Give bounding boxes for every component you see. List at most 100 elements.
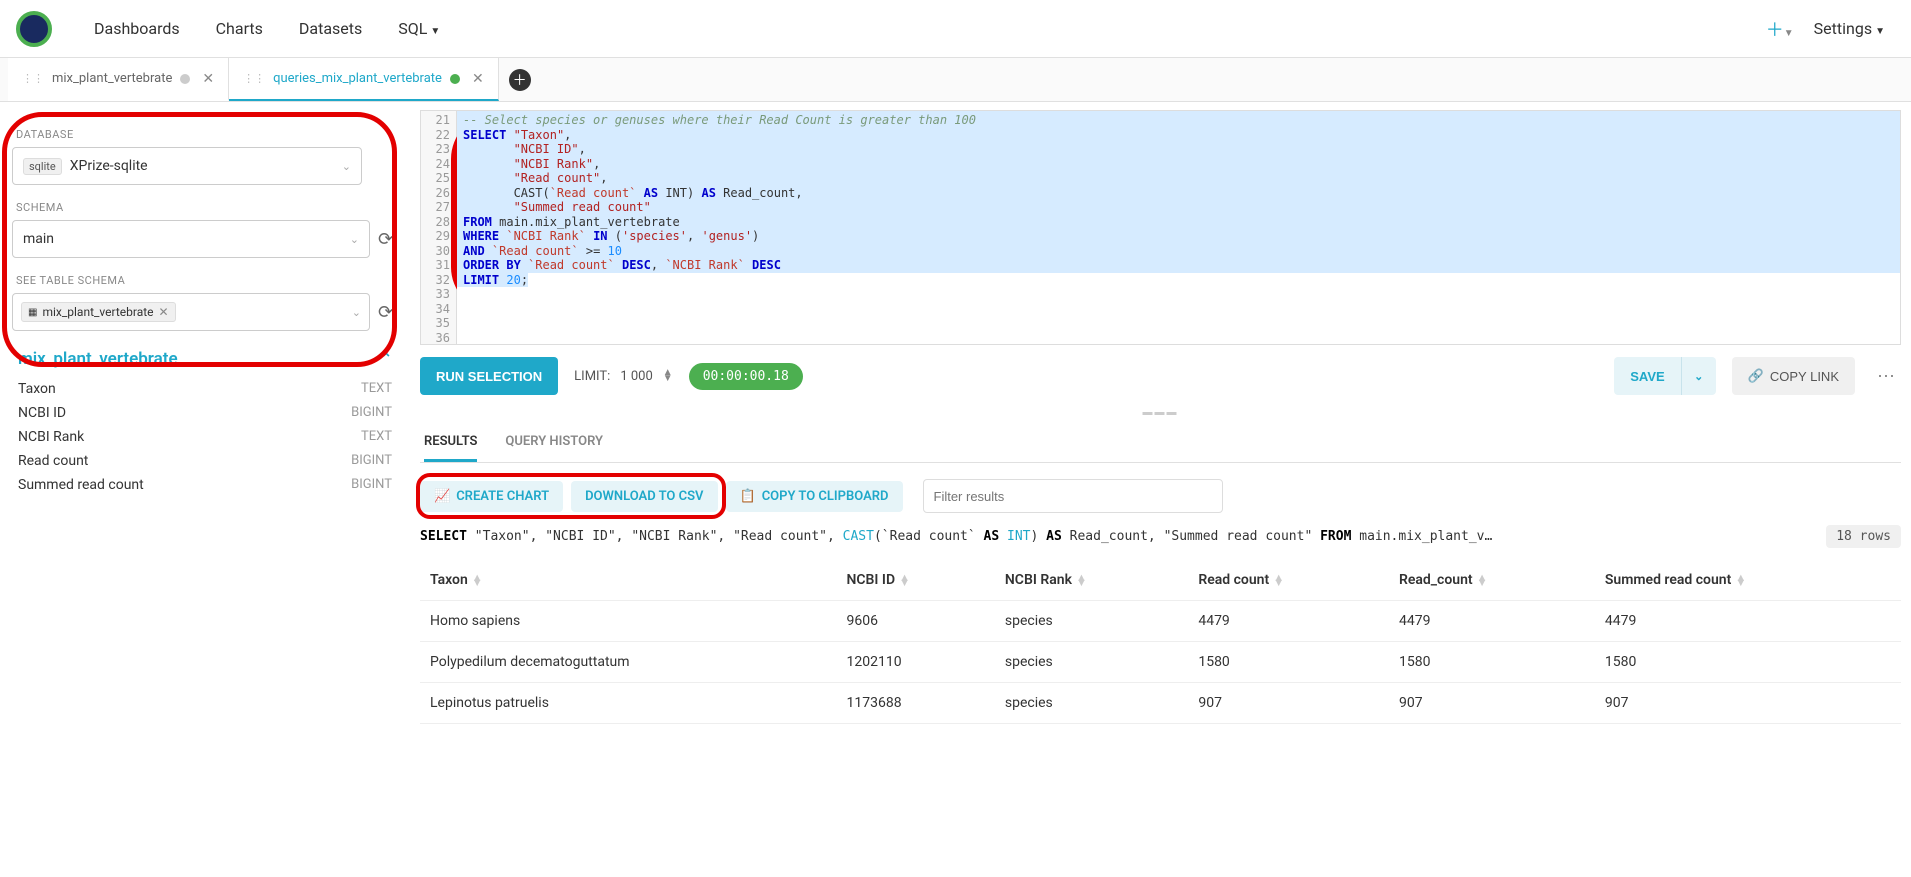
- link-icon: 🔗: [1748, 368, 1764, 384]
- grip-icon: ⋮⋮: [22, 72, 44, 85]
- chevron-down-icon: ⌄: [350, 233, 359, 246]
- column-row[interactable]: NCBI ID BIGINT: [12, 401, 398, 425]
- tab-label: mix_plant_vertebrate: [52, 71, 172, 86]
- sort-icon: ▲▼: [1076, 575, 1087, 585]
- tab-query-history[interactable]: QUERY HISTORY: [505, 424, 603, 462]
- column-header[interactable]: NCBI ID▲▼: [836, 560, 994, 601]
- column-row[interactable]: TaxonTEXT: [12, 377, 398, 401]
- line-gutter: 21 22 23 24 25 26 27 28 29 30 31 32 33 3…: [421, 111, 457, 344]
- column-type: TEXT: [361, 429, 392, 445]
- sort-icon: ▲▼: [1273, 575, 1284, 585]
- copy-clipboard-button[interactable]: 📋COPY TO CLIPBOARD: [726, 481, 903, 512]
- code-area[interactable]: -- Select species or genuses where their…: [457, 111, 1900, 344]
- column-type: TEXT: [361, 381, 392, 397]
- chart-icon: 📈: [434, 489, 450, 504]
- tab-add: ＋: [499, 58, 541, 101]
- nav-charts[interactable]: Charts: [198, 19, 281, 38]
- see-table-schema-label: SEE TABLE SCHEMA: [16, 274, 394, 287]
- table-cell: 4479: [1389, 601, 1595, 642]
- query-time-badge: 00:00:00.18: [689, 363, 803, 390]
- grip-icon: ⋮⋮: [243, 72, 265, 85]
- table-cell: species: [995, 642, 1188, 683]
- column-name: NCBI Rank: [18, 429, 84, 445]
- table-cell: 907: [1188, 683, 1389, 724]
- table-header-toggle[interactable]: mix_plant_vertebrate ⌃: [12, 331, 398, 377]
- sort-icon: ▲▼: [1477, 575, 1488, 585]
- download-csv-button[interactable]: DOWNLOAD TO CSV: [571, 481, 717, 512]
- copy-link-button[interactable]: 🔗COPY LINK: [1732, 357, 1855, 395]
- table-cell: 1173688: [836, 683, 994, 724]
- column-header[interactable]: Taxon▲▼: [420, 560, 836, 601]
- column-header[interactable]: Summed read count▲▼: [1595, 560, 1901, 601]
- schema-value: main: [23, 231, 54, 247]
- table-icon: ▦: [28, 307, 37, 318]
- chevron-down-icon: ⌄: [352, 306, 361, 319]
- tab-results[interactable]: RESULTS: [424, 424, 477, 462]
- status-dot-icon: [180, 74, 190, 84]
- add-tab-button[interactable]: ＋: [509, 69, 531, 91]
- tab-mix-plant[interactable]: ⋮⋮ mix_plant_vertebrate ✕: [8, 58, 229, 101]
- save-dropdown-button[interactable]: ⌄: [1682, 357, 1716, 395]
- refresh-icon[interactable]: ⟳: [378, 302, 398, 322]
- save-button[interactable]: SAVE: [1614, 357, 1681, 395]
- caret-down-icon: ▼: [1875, 26, 1885, 37]
- close-icon[interactable]: ✕: [202, 71, 214, 87]
- column-row[interactable]: Read countBIGINT: [12, 449, 398, 473]
- nav-datasets[interactable]: Datasets: [281, 19, 380, 38]
- chip-remove-icon[interactable]: ✕: [159, 305, 169, 319]
- clipboard-icon: 📋: [740, 489, 756, 504]
- table-row[interactable]: Lepinotus patruelis1173688species9079079…: [420, 683, 1901, 724]
- status-dot-icon: [450, 74, 460, 84]
- column-name: NCBI ID: [18, 405, 66, 421]
- table-cell: 1580: [1389, 642, 1595, 683]
- column-header[interactable]: Read count▲▼: [1188, 560, 1389, 601]
- column-header[interactable]: Read_count▲▼: [1389, 560, 1595, 601]
- column-header[interactable]: NCBI Rank▲▼: [995, 560, 1188, 601]
- table-row[interactable]: Polypedilum decematoguttatum1202110speci…: [420, 642, 1901, 683]
- drag-handle[interactable]: ▬▬▬: [420, 405, 1901, 424]
- column-type: BIGINT: [351, 405, 392, 421]
- create-chart-button[interactable]: 📈CREATE CHART: [420, 481, 563, 512]
- content: 21 22 23 24 25 26 27 28 29 30 31 32 33 3…: [410, 102, 1911, 877]
- chevron-up-icon: ⌃: [380, 351, 392, 367]
- rows-count-badge: 18 rows: [1826, 525, 1901, 548]
- table-cell: 4479: [1595, 601, 1901, 642]
- table-cell: Polypedilum decematoguttatum: [420, 642, 836, 683]
- tab-queries-mix-plant[interactable]: ⋮⋮ queries_mix_plant_vertebrate ✕: [229, 58, 499, 101]
- nav-settings[interactable]: Settings▼: [1814, 19, 1885, 38]
- sql-preview-row: SELECT "Taxon", "NCBI ID", "NCBI Rank", …: [420, 523, 1901, 560]
- table-row[interactable]: Homo sapiens9606species447944794479: [420, 601, 1901, 642]
- database-label: DATABASE: [16, 128, 394, 141]
- table-cell: species: [995, 601, 1188, 642]
- more-menu-icon[interactable]: ⋯: [1871, 366, 1901, 387]
- close-icon[interactable]: ✕: [472, 71, 484, 87]
- table-cell: 1580: [1595, 642, 1901, 683]
- column-type: BIGINT: [351, 453, 392, 469]
- nav-dashboards[interactable]: Dashboards: [76, 19, 198, 38]
- filter-results-input[interactable]: [923, 479, 1223, 513]
- sql-editor[interactable]: 21 22 23 24 25 26 27 28 29 30 31 32 33 3…: [420, 110, 1901, 345]
- run-selection-button[interactable]: RUN SELECTION: [420, 357, 558, 395]
- table-cell: 9606: [836, 601, 994, 642]
- nav-sql[interactable]: SQL▼: [380, 19, 458, 38]
- column-row[interactable]: Summed read countBIGINT: [12, 473, 398, 497]
- refresh-icon[interactable]: ⟳: [378, 229, 398, 249]
- caret-down-icon: ▼: [430, 26, 440, 37]
- table-select[interactable]: ▦ mix_plant_vertebrate ✕ ⌄: [12, 293, 370, 331]
- table-cell: species: [995, 683, 1188, 724]
- topbar: Dashboards Charts Datasets SQL▼ ＋▼ Setti…: [0, 0, 1911, 58]
- sql-preview: SELECT "Taxon", "NCBI ID", "NCBI Rank", …: [420, 529, 1816, 544]
- results-table: Taxon▲▼NCBI ID▲▼NCBI Rank▲▼Read count▲▼R…: [420, 560, 1901, 724]
- app-logo[interactable]: [16, 11, 52, 47]
- table-cell: 1202110: [836, 642, 994, 683]
- table-cell: Lepinotus patruelis: [420, 683, 836, 724]
- column-row[interactable]: NCBI Rank TEXT: [12, 425, 398, 449]
- sort-icon: ▲▼: [899, 575, 910, 585]
- sort-icon: ▲▼: [1735, 575, 1746, 585]
- limit-control[interactable]: LIMIT: 1 000 ▲▼: [574, 369, 673, 384]
- table-cell: 907: [1389, 683, 1595, 724]
- database-select[interactable]: sqlite XPrize-sqlite ⌄: [12, 147, 362, 185]
- schema-select[interactable]: main ⌄: [12, 220, 370, 258]
- database-value: XPrize-sqlite: [70, 158, 148, 174]
- add-button[interactable]: ＋▼: [1766, 16, 1794, 42]
